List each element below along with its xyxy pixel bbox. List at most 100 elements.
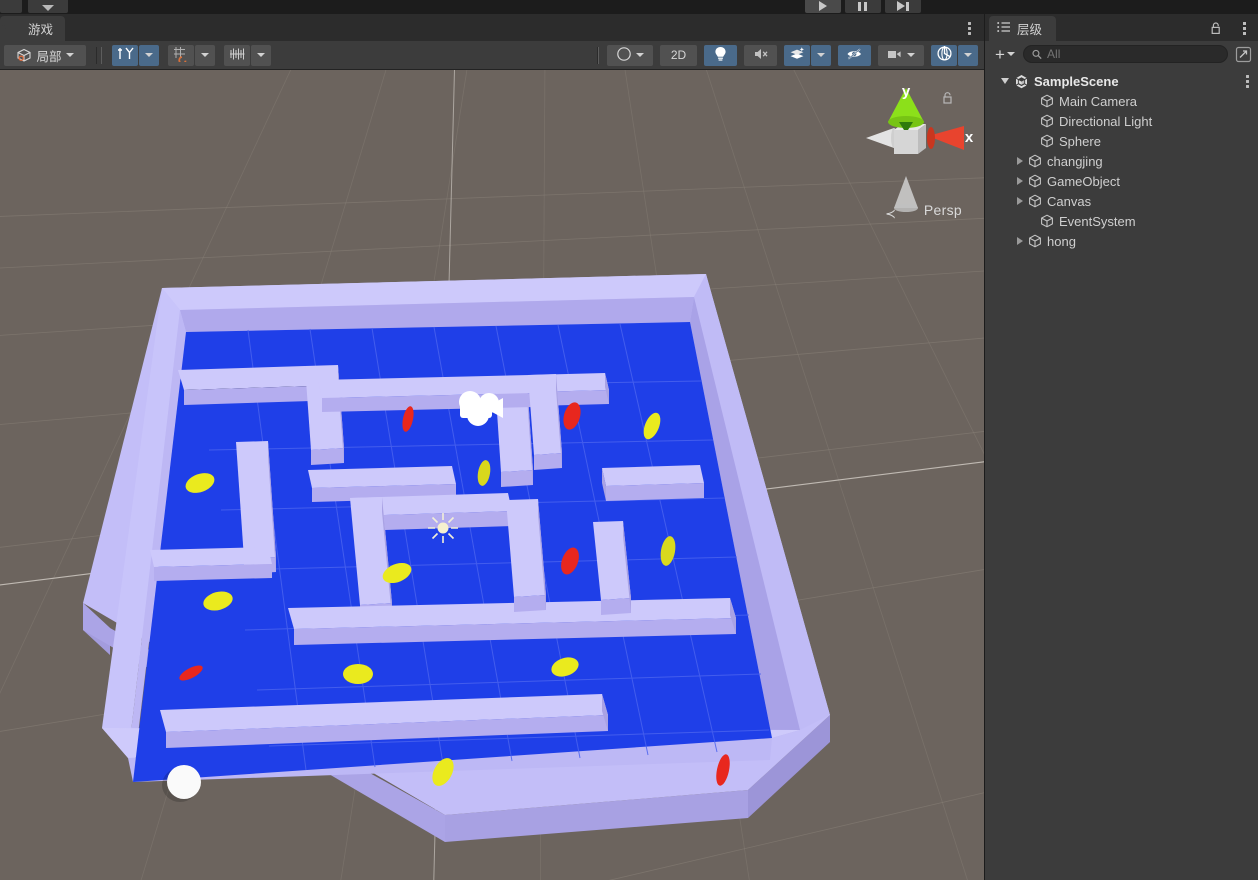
hierarchy-row[interactable]: Directional Light — [985, 111, 1258, 131]
hierarchy-panel: 层级 + All SampleScene Main Camera Directi… — [985, 14, 1258, 880]
hierarchy-tabbar: 层级 — [985, 14, 1258, 41]
scene-fx-dropdown[interactable] — [811, 44, 831, 66]
scene-panel-menu-icon[interactable] — [968, 22, 972, 35]
main-toolbar-strip — [0, 0, 1258, 14]
unity-editor-window: 游戏 局部 2D y x ≺ Persp 层级 + All SampleScen… — [0, 0, 1258, 880]
hierarchy-menu-icon[interactable] — [1243, 22, 1246, 35]
hierarchy-row[interactable]: changjing — [985, 151, 1258, 171]
tab-hierarchy-label: 层级 — [1017, 23, 1043, 37]
hierarchy-row[interactable]: EventSystem — [985, 211, 1258, 231]
tab-game-label: 游戏 — [28, 23, 54, 37]
2d-label: 2D — [670, 48, 687, 62]
chevron-down-icon — [907, 53, 915, 57]
tab-game[interactable]: 游戏 — [0, 16, 66, 41]
gameobject-cube-icon — [1040, 114, 1054, 128]
hierarchy-row-label: changjing — [1047, 153, 1103, 169]
search-input-wrapper[interactable] — [1022, 45, 1228, 63]
expand-window-icon[interactable] — [1235, 46, 1252, 63]
transform-tool-dropdown[interactable] — [139, 44, 159, 66]
chevron-down-icon — [636, 53, 644, 57]
hierarchy-row[interactable]: hong — [985, 231, 1258, 251]
snap-increment-icon — [229, 47, 246, 64]
create-menu-button[interactable]: + — [991, 46, 1019, 63]
gameobject-cube-icon — [1040, 134, 1054, 148]
search-icon — [1032, 49, 1042, 59]
hierarchy-row-label: Directional Light — [1059, 113, 1153, 129]
snap-increment-dropdown[interactable] — [251, 44, 271, 66]
chevron-down-icon — [145, 53, 153, 57]
camera-icon — [887, 48, 903, 63]
2d-toggle-button[interactable]: 2D — [660, 44, 697, 66]
projection-toggle-arrow[interactable]: ≺ — [885, 206, 896, 222]
scene-camera-button[interactable] — [878, 44, 924, 66]
light-gizmo-icon — [428, 513, 458, 543]
scene-fx-button[interactable] — [784, 44, 810, 66]
gameobject-cube-icon — [1028, 194, 1042, 208]
pivot-cube-icon — [16, 48, 32, 62]
scene-context-menu-icon[interactable] — [1246, 75, 1249, 90]
effects-icon — [789, 46, 806, 64]
pivot-space-label: 局部 — [36, 49, 62, 64]
lightbulb-icon — [714, 46, 727, 65]
gizmo-axis-x — [927, 126, 964, 150]
scene-lighting-button[interactable] — [704, 44, 737, 66]
chevron-right-icon[interactable] — [1017, 157, 1023, 165]
hierarchy-row-label: Sphere — [1059, 133, 1101, 149]
hierarchy-row-label: Canvas — [1047, 193, 1092, 209]
gizmo-axis-neg-y — [894, 176, 918, 212]
transform-tool-button[interactable] — [112, 44, 138, 66]
pivot-space-dropdown[interactable]: 局部 — [4, 44, 86, 66]
hierarchy-root-row[interactable]: SampleScene — [985, 71, 1258, 91]
projection-label[interactable]: Persp — [924, 202, 962, 218]
toolbar-dropdown-left[interactable] — [28, 0, 68, 13]
hierarchy-row[interactable]: GameObject — [985, 171, 1258, 191]
gizmos-dropdown[interactable] — [958, 44, 978, 66]
chevron-down-icon — [257, 53, 265, 57]
hierarchy-search-row: + — [985, 41, 1258, 67]
hierarchy-row[interactable]: Main Camera — [985, 91, 1258, 111]
scene-viewport[interactable]: y x ≺ Persp — [0, 70, 984, 880]
gameobject-cube-icon — [1028, 174, 1042, 188]
gamepad-icon — [8, 23, 23, 35]
chevron-down-icon — [65, 53, 74, 57]
scene-visibility-button[interactable] — [838, 44, 871, 66]
pill-yellow — [343, 664, 373, 684]
chevron-right-icon[interactable] — [1017, 237, 1023, 245]
scene-toolbar: 局部 2D — [0, 41, 984, 70]
chevron-down-icon[interactable] — [1001, 78, 1009, 84]
audio-mute-icon — [753, 47, 769, 64]
step-button[interactable] — [885, 0, 921, 13]
play-button[interactable] — [805, 0, 841, 13]
chevron-right-icon[interactable] — [1017, 197, 1023, 205]
scene-audio-button[interactable] — [744, 44, 777, 66]
gizmos-button[interactable] — [931, 44, 957, 66]
chevron-down-icon — [201, 53, 209, 57]
gizmo-y-label: y — [902, 83, 911, 100]
scene-visibility-icon — [846, 47, 863, 64]
shading-mode-icon — [616, 46, 632, 65]
gameobject-cube-icon — [1028, 154, 1042, 168]
chevron-right-icon[interactable] — [1017, 177, 1023, 185]
snap-increment-button[interactable] — [224, 44, 250, 66]
grid-snap-icon — [173, 46, 190, 65]
tab-hierarchy[interactable]: 层级 — [989, 16, 1057, 41]
gameobject-cube-icon — [1040, 94, 1054, 108]
hierarchy-row[interactable]: Canvas — [985, 191, 1258, 211]
hierarchy-row[interactable]: Sphere — [985, 131, 1258, 151]
panel-lock-icon[interactable] — [1210, 22, 1222, 35]
gizmo-axis-neg-x — [866, 128, 897, 148]
gameobject-cube-icon — [1040, 214, 1054, 228]
scene-tabbar: 游戏 — [0, 14, 984, 41]
pause-button[interactable] — [845, 0, 881, 13]
gizmo-center-cube — [894, 124, 926, 154]
lock-icon[interactable] — [942, 92, 953, 104]
gizmo-x-label: x — [965, 129, 974, 146]
hierarchy-tree[interactable]: SampleScene Main Camera Directional Light S… — [985, 67, 1258, 880]
toolbar-button-left[interactable] — [0, 0, 22, 13]
gameobject-cube-icon — [1028, 234, 1042, 248]
hierarchy-row-label: hong — [1047, 233, 1076, 249]
grid-snap-button[interactable] — [168, 44, 194, 66]
grid-snap-dropdown[interactable] — [195, 44, 215, 66]
shading-mode-button[interactable] — [607, 44, 653, 66]
search-input[interactable] — [1047, 47, 1219, 61]
